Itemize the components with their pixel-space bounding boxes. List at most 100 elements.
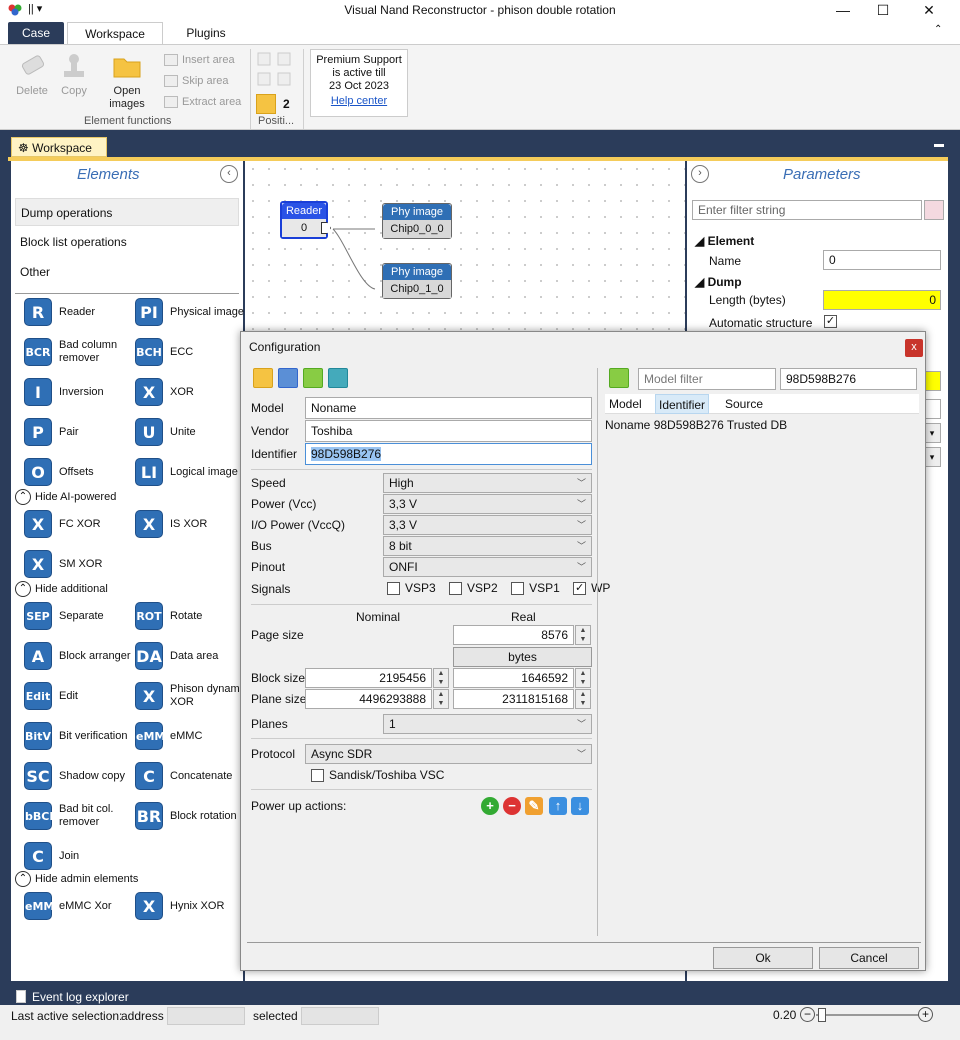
wp-checkbox[interactable]: ✓ (573, 582, 587, 596)
vsp2-checkbox[interactable] (449, 582, 463, 596)
tab-plugins[interactable]: Plugins (176, 22, 236, 44)
premium-date: 23 Oct 2023 (329, 80, 389, 92)
bytes-button[interactable]: bytes (453, 647, 592, 667)
element-badge-icon: SC (24, 762, 52, 790)
identifier-field[interactable]: 98D598B276 (305, 443, 592, 465)
zoom-slider-thumb[interactable] (818, 1008, 826, 1022)
block-size-real[interactable]: 1646592 (453, 668, 574, 688)
save-icon[interactable] (278, 368, 298, 388)
collapse-left-icon[interactable]: ‹ (220, 165, 238, 183)
extract-area-button[interactable]: Extract area (164, 93, 241, 111)
plane-size-real[interactable]: 2311815168 (453, 689, 574, 709)
vsp1-checkbox[interactable] (511, 582, 525, 596)
category-blocklist[interactable]: Block list operations (15, 228, 239, 256)
vsc-checkbox-row[interactable]: Sandisk/Toshiba VSC (311, 768, 444, 783)
close-button[interactable]: ✕ (906, 0, 952, 20)
block-size-nominal-spinner[interactable]: ▲ ▼ (433, 668, 449, 688)
grid-icon[interactable] (256, 94, 276, 114)
element-badge-icon: eMMC XS (24, 892, 62, 941)
phy-image-node-2[interactable]: Phy image Chip0_1_0 (382, 263, 452, 299)
col-identifier[interactable]: Identifier (655, 394, 710, 414)
maximize-button[interactable]: ☐ (860, 0, 906, 20)
col-source[interactable]: Source (725, 397, 763, 411)
cancel-button[interactable]: Cancel (819, 947, 919, 969)
col-model[interactable]: Model (609, 397, 642, 411)
auto-structure-checkbox[interactable]: ✓ (824, 315, 837, 328)
plane-size-nominal-spinner[interactable]: ▲ ▼ (433, 689, 449, 709)
section-dump[interactable]: ◢ Dump (695, 275, 742, 289)
bus-select[interactable]: 8 bit ﹀ (383, 536, 592, 556)
signal-vsp1[interactable]: VSP1 (511, 581, 560, 596)
models-table-row[interactable]: Noname 98D598B276 Trusted DB (605, 418, 787, 432)
delete-button[interactable]: Delete (12, 51, 52, 97)
move-down-icon[interactable]: ↓ (571, 797, 589, 815)
remove-action-icon[interactable]: − (503, 797, 521, 815)
plane-size-real-spinner[interactable]: ▲ ▼ (575, 689, 591, 709)
hide-additional-toggle[interactable]: ⌃ Hide additional (15, 580, 108, 598)
help-center-link[interactable]: Help center (311, 95, 407, 108)
tab-case[interactable]: Case (8, 22, 64, 44)
add-action-icon[interactable]: + (481, 797, 499, 815)
parameter-filter-input[interactable]: Enter filter string (692, 200, 922, 220)
insert-area-button[interactable]: Insert area (164, 51, 235, 69)
section-element[interactable]: ◢ Element (695, 234, 754, 248)
page-size-real[interactable]: 8576 (453, 625, 574, 645)
workspace-tab[interactable]: ☸ Workspace ✕ (11, 137, 107, 175)
element-badge-icon: A (24, 642, 52, 670)
position-icons[interactable] (256, 51, 296, 91)
block-size-nominal[interactable]: 2195456 (305, 668, 432, 688)
hide-ai-toggle[interactable]: ⌃ Hide AI-powered (15, 488, 116, 506)
signal-vsp3[interactable]: VSP3 (387, 581, 436, 596)
collapse-ribbon-icon[interactable]: ⌃ (934, 24, 942, 35)
phy-image-node-1[interactable]: Phy image Chip0_0_0 (382, 203, 452, 239)
open-folder-icon[interactable] (253, 368, 273, 388)
clear-filter-icon[interactable] (924, 200, 944, 220)
element-label: Pair (59, 425, 79, 438)
planes-select[interactable]: 1 ﹀ (383, 714, 592, 734)
refresh-icon[interactable] (609, 368, 629, 388)
length-input[interactable]: 0 (823, 290, 941, 310)
dialog-close-button[interactable]: x (905, 339, 923, 357)
page-size-spinner[interactable]: ▲ ▼ (575, 625, 591, 645)
reader-node-title: Reader (282, 203, 326, 219)
signal-wp[interactable]: ✓ WP (573, 581, 610, 596)
reader-node[interactable]: Reader 0 (280, 201, 328, 239)
open-images-button[interactable]: Open images (104, 51, 150, 111)
move-up-icon[interactable]: ↑ (549, 797, 567, 815)
panel-menu-icon[interactable]: ▬ (934, 139, 944, 150)
hide-admin-toggle[interactable]: ⌃ Hide admin elements (15, 870, 138, 888)
name-input[interactable]: 0 (823, 250, 941, 270)
protocol-select[interactable]: Async SDR ﹀ (305, 744, 592, 764)
vsc-checkbox[interactable] (311, 769, 324, 783)
copy-button[interactable]: Copy (54, 51, 94, 97)
zoom-out-icon[interactable]: − (800, 1007, 815, 1022)
vsp3-checkbox[interactable] (387, 582, 400, 596)
category-other[interactable]: Other (15, 258, 239, 286)
signal-vsp2[interactable]: VSP2 (449, 581, 498, 596)
element-label: Bad bit col. remover (59, 803, 114, 828)
skip-area-button[interactable]: Skip area (164, 72, 228, 90)
import-icon[interactable] (328, 368, 348, 388)
model-field[interactable]: Noname (305, 397, 592, 419)
edit-action-icon[interactable]: ✎ (525, 797, 543, 815)
extract-area-icon (164, 96, 178, 109)
vendor-field[interactable]: Toshiba (305, 420, 592, 442)
zoom-slider[interactable] (816, 1014, 918, 1016)
zoom-in-icon[interactable]: + (918, 1007, 933, 1022)
power-select[interactable]: 3,3 V ﹀ (383, 494, 592, 514)
element-label: Block rotation (170, 809, 237, 822)
model-filter-id-input[interactable]: 98D598B276 (780, 368, 917, 390)
undo-icon[interactable] (303, 368, 323, 388)
category-dump[interactable]: Dump operations (15, 198, 239, 226)
block-size-label: Block size (251, 671, 306, 685)
event-log-tab[interactable]: Event log explorer (8, 987, 132, 1007)
block-size-real-spinner[interactable]: ▲ ▼ (575, 668, 591, 688)
plane-size-nominal[interactable]: 4496293888 (305, 689, 432, 709)
pinout-select[interactable]: ONFI ﹀ (383, 557, 592, 577)
collapse-right-icon[interactable]: › (691, 165, 709, 183)
ok-button[interactable]: Ok (713, 947, 813, 969)
model-filter-input[interactable]: Model filter (638, 368, 776, 390)
io-power-select[interactable]: 3,3 V ﹀ (383, 515, 592, 535)
tab-workspace[interactable]: Workspace (67, 22, 163, 44)
speed-select[interactable]: High ﹀ (383, 473, 592, 493)
